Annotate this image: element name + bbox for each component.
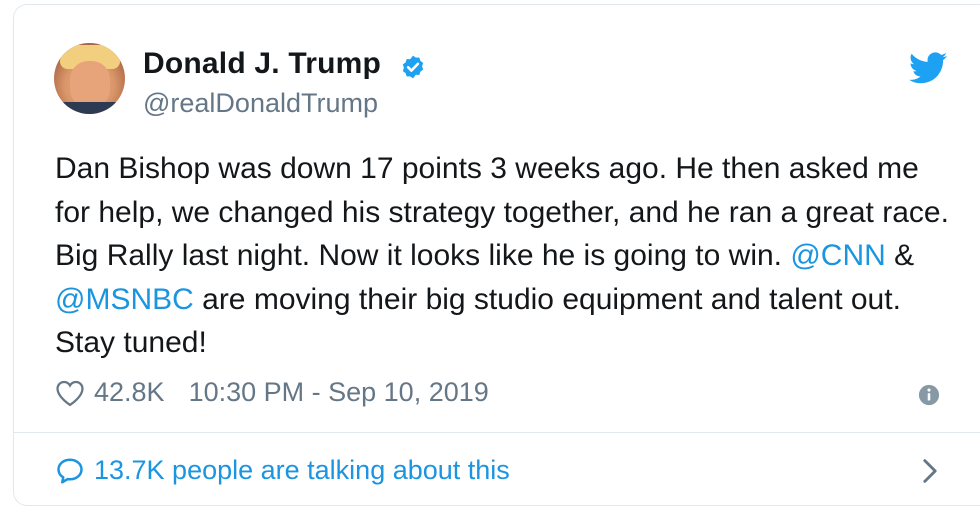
mention-link[interactable]: @CNN [790,239,885,272]
author-name[interactable]: Donald J. Trump [143,47,381,81]
talking-label: 13.7K people are talking about this [94,455,510,485]
verified-badge-icon [402,55,424,79]
twitter-bird-icon[interactable] [909,52,947,84]
tweet-meta: 42.8K 10:30 PM - Sep 10, 2019 [55,377,489,408]
mention-link[interactable]: @MSNBC [55,283,194,316]
tweet-timestamp[interactable]: 10:30 PM - Sep 10, 2019 [189,377,489,408]
tweet-card[interactable]: Donald J. Trump @realDonaldTrump Dan Bis… [13,4,980,506]
info-icon[interactable] [918,384,940,406]
like-count[interactable]: 42.8K [94,377,165,408]
tweet-text: Dan Bishop was down 17 points 3 weeks ag… [55,147,955,365]
talking-link[interactable]: 13.7K people are talking about this [55,455,510,486]
avatar-shirt [54,102,125,114]
divider [14,432,980,433]
author-handle[interactable]: @realDonaldTrump [143,88,378,119]
avatar[interactable] [54,43,125,114]
tweet-text-segment: & [885,239,915,272]
chevron-right-icon[interactable] [921,458,939,484]
heart-icon[interactable] [55,379,85,407]
speech-bubble-icon [57,458,83,483]
